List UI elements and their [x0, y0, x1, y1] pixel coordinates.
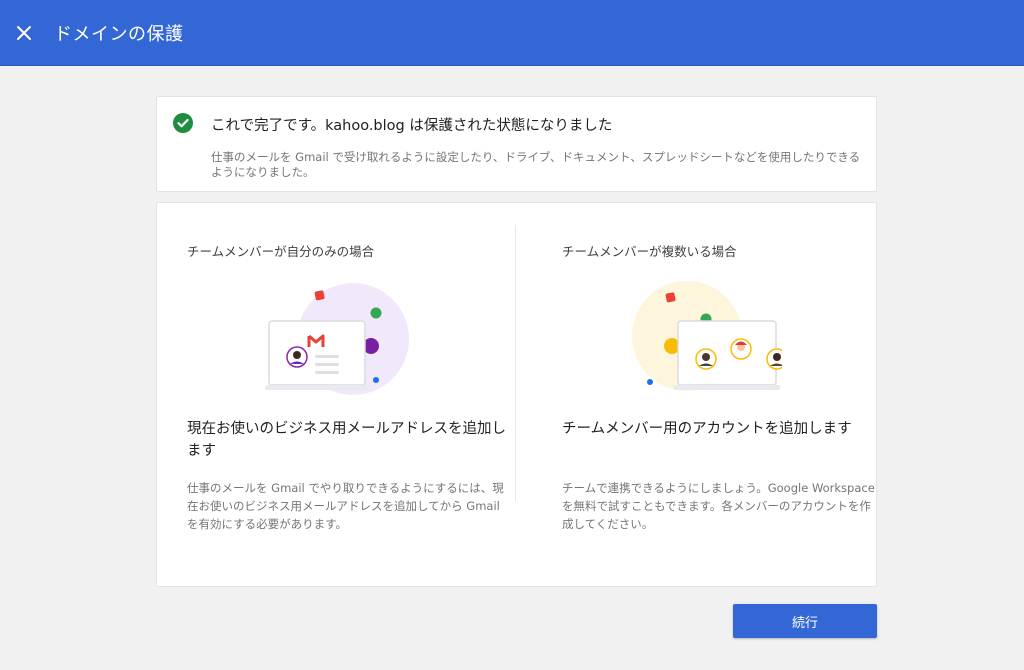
option-single-member: チームメンバーが自分のみの場合 現在お使いのビジネス用メールアドレスを追加します…: [187, 203, 517, 586]
option-title: チームメンバー用のアカウントを追加します: [562, 421, 852, 437]
page-title: ドメインの保護: [54, 23, 184, 45]
check-circle-icon: [173, 113, 193, 133]
option-title: 現在お使いのビジネス用メールアドレスを追加します: [187, 421, 506, 459]
continue-button[interactable]: 続行: [733, 604, 877, 638]
close-icon: [17, 25, 31, 40]
option-multiple-members: チームメンバーが複数いる場合 チームメンバー用のアカウントを追加します チームで…: [562, 203, 892, 586]
column-divider: [515, 225, 516, 501]
success-description: 仕事のメールを Gmail で受け取れるように設定したり、ドライブ、ドキュメント…: [211, 150, 861, 179]
option-description: 仕事のメールを Gmail でやり取りできるようにするには、現在お使いのビジネス…: [187, 481, 504, 531]
close-button[interactable]: [12, 21, 36, 45]
options-card: チームメンバーが自分のみの場合 現在お使いのビジネス用メールアドレスを追加します…: [156, 202, 877, 587]
option-description: チームで連携できるようにしましょう。Google Workspace を無料で試…: [562, 481, 875, 531]
app-header: ドメインの保護: [0, 0, 1024, 66]
single-member-illustration: [265, 283, 409, 395]
option-heading: チームメンバーが複数いる場合: [562, 244, 737, 259]
multiple-members-illustration: [632, 281, 782, 391]
success-card: これで完了です。kahoo.blog は保護された状態になりました 仕事のメール…: [156, 96, 877, 192]
option-heading: チームメンバーが自分のみの場合: [187, 244, 375, 259]
success-title: これで完了です。kahoo.blog は保護された状態になりました: [211, 118, 613, 134]
